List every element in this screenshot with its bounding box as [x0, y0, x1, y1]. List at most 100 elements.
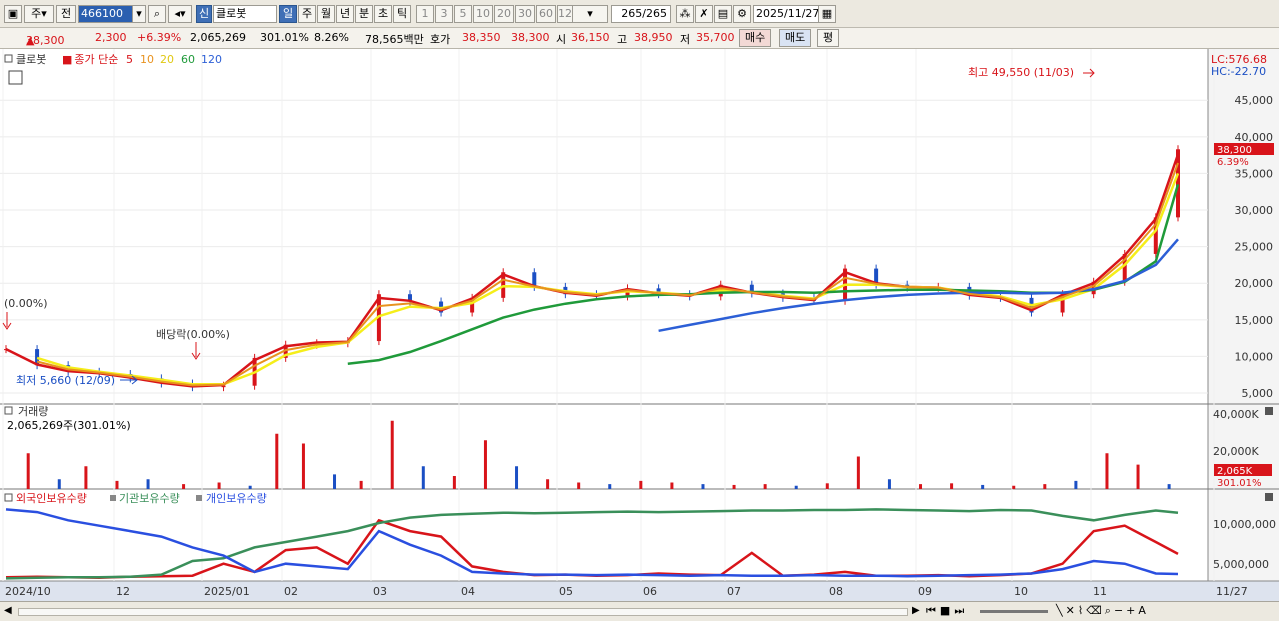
search-icon[interactable]: ⌕ — [148, 5, 166, 23]
tab-interval-30[interactable]: 30 — [515, 5, 535, 23]
bid1-value: 38,350 — [462, 31, 501, 44]
legend-ma20: 20 — [160, 53, 174, 66]
tab-period-0[interactable]: 일 — [279, 5, 297, 23]
volume-bar — [421, 466, 425, 489]
zoom-out-icon[interactable]: − — [1114, 604, 1126, 617]
market-select[interactable]: 주▾ — [24, 5, 54, 23]
date-input[interactable]: 2025/11/27 — [753, 5, 819, 23]
legend-series-prefix: 종가 단순 — [74, 53, 118, 66]
rewind-icon[interactable]: ⏮ — [926, 604, 940, 617]
calendar-icon[interactable]: ▦ — [818, 5, 836, 23]
volume-bar — [546, 479, 550, 489]
speaker-icon[interactable]: ◂▾ — [168, 5, 192, 23]
tab-interval-3[interactable]: 3 — [435, 5, 453, 23]
x-tick-label: 12 — [116, 585, 130, 598]
volume-bar — [146, 479, 150, 489]
tab-interval-5[interactable]: 5 — [454, 5, 472, 23]
high-value: 38,950 — [634, 31, 673, 44]
font-icon[interactable]: A — [1138, 604, 1149, 617]
y-tick-label: 20,000 — [1235, 277, 1274, 290]
tab-interval-1[interactable]: 1 — [416, 5, 434, 23]
holding-panel-close-icon[interactable] — [1265, 493, 1273, 501]
new-badge[interactable]: 신 — [196, 5, 212, 23]
interval-dropdown[interactable]: ▾ — [572, 5, 608, 23]
y-tick-label: 15,000 — [1235, 314, 1274, 327]
scroll-track[interactable] — [18, 608, 908, 616]
count-input[interactable]: 265/265 — [611, 5, 671, 23]
volume-bar — [1105, 453, 1109, 489]
volume-bar — [390, 420, 394, 489]
low-value: 35,700 — [696, 31, 735, 44]
tab-period-4[interactable]: 분 — [355, 5, 373, 23]
table-toggle-icon[interactable] — [8, 70, 23, 85]
x-tick-label: 06 — [643, 585, 657, 598]
tab-interval-60[interactable]: 60 — [536, 5, 556, 23]
play-controls[interactable]: ⏮■⏭ — [926, 604, 968, 618]
tab-period-5[interactable]: 초 — [374, 5, 392, 23]
save-icon[interactable]: ▤ — [714, 5, 732, 23]
volume-bar — [825, 483, 829, 489]
prev-button[interactable]: 전 — [56, 5, 76, 23]
code-input[interactable]: 466100 — [78, 5, 138, 23]
volume-bar — [1012, 485, 1016, 489]
scroll-right-icon[interactable]: ▶ — [912, 605, 920, 616]
scroll-left-icon[interactable]: ◀ — [4, 605, 12, 616]
forward-icon[interactable]: ⏭ — [954, 604, 968, 617]
tab-period-3[interactable]: 년 — [336, 5, 354, 23]
open-label: 시 — [556, 33, 567, 46]
volume-bar — [275, 433, 279, 489]
volume-bar — [763, 484, 767, 489]
tab-interval-10[interactable]: 10 — [473, 5, 493, 23]
tab-period-2[interactable]: 월 — [317, 5, 335, 23]
y-tick-label: 45,000 — [1235, 94, 1274, 107]
buy-button[interactable]: 매수 — [739, 29, 772, 47]
volume-panel-close-icon[interactable] — [1265, 407, 1273, 415]
window-icon[interactable]: ▣ — [4, 5, 22, 23]
tab-period-6[interactable]: 틱 — [393, 5, 411, 23]
zoom-in-icon[interactable]: + — [1126, 604, 1138, 617]
x-tick-label: 2025/01 — [204, 585, 250, 598]
x-tick-label: 02 — [284, 585, 298, 598]
fib-tool-icon[interactable]: ✕ — [1066, 604, 1078, 617]
legend-ma5: 5 — [126, 53, 133, 66]
x-tick-label: 08 — [829, 585, 843, 598]
volume-bar — [452, 476, 456, 489]
volume-bar — [1167, 484, 1171, 489]
magnifier-icon[interactable]: ⌕ — [1105, 604, 1114, 617]
link-icon[interactable]: ⁂ — [676, 5, 694, 23]
legend-box-icon — [4, 406, 13, 415]
volume-bar — [217, 482, 221, 489]
eraser-icon[interactable]: ⌫ — [1086, 604, 1105, 617]
low-label: 저 — [680, 33, 691, 46]
stock-chart[interactable]: 5,000 10,000 15,000 20,000 25,000 30,000 35,00… — [0, 49, 1279, 601]
sell-button[interactable]: 매도 — [779, 29, 812, 47]
text-tool-icon[interactable]: ⌇ — [1078, 604, 1086, 617]
volume-tick-20000k: 20,000K — [1213, 445, 1259, 458]
zoom-slider[interactable] — [980, 610, 1048, 613]
tab-interval-20[interactable]: 20 — [494, 5, 514, 23]
volume-bar — [608, 484, 612, 489]
volume-bar — [301, 443, 305, 489]
tab-period-1[interactable]: 주 — [298, 5, 316, 23]
y-tick-label: 35,000 — [1235, 167, 1274, 180]
code-dropdown-icon[interactable]: ▾ — [132, 5, 146, 23]
legend-ma10: 10 — [140, 53, 154, 66]
crosshair-icon[interactable]: ✗ — [695, 5, 713, 23]
volume-bar — [919, 484, 923, 489]
legend-ma120: 120 — [201, 53, 222, 66]
toolbar: ▣ 주▾ 전 466100 ▾ ⌕ ◂▾ 신 클로봇 일주월년분초틱 1 3 5 10… — [0, 0, 1279, 28]
stop-icon[interactable]: ■ — [940, 604, 954, 617]
x-tick-label: 03 — [373, 585, 387, 598]
volume-box-pct: 301.01% — [1217, 478, 1262, 489]
volume-bar — [248, 485, 252, 489]
legend-box-icon — [4, 493, 13, 502]
line-tool-icon[interactable]: ╲ — [1056, 604, 1066, 617]
volume-bar — [115, 480, 119, 489]
draw-tools[interactable]: ╲✕⌇⌫⌕−+A — [1056, 604, 1149, 618]
stock-name-input[interactable]: 클로봇 — [213, 5, 277, 23]
avg-button[interactable]: 평 — [817, 29, 840, 47]
volume-bar — [359, 480, 363, 489]
volume-bar — [1043, 484, 1047, 489]
gear-icon[interactable]: ⚙ — [733, 5, 751, 23]
x-tick-label: 11/27 — [1216, 585, 1248, 598]
